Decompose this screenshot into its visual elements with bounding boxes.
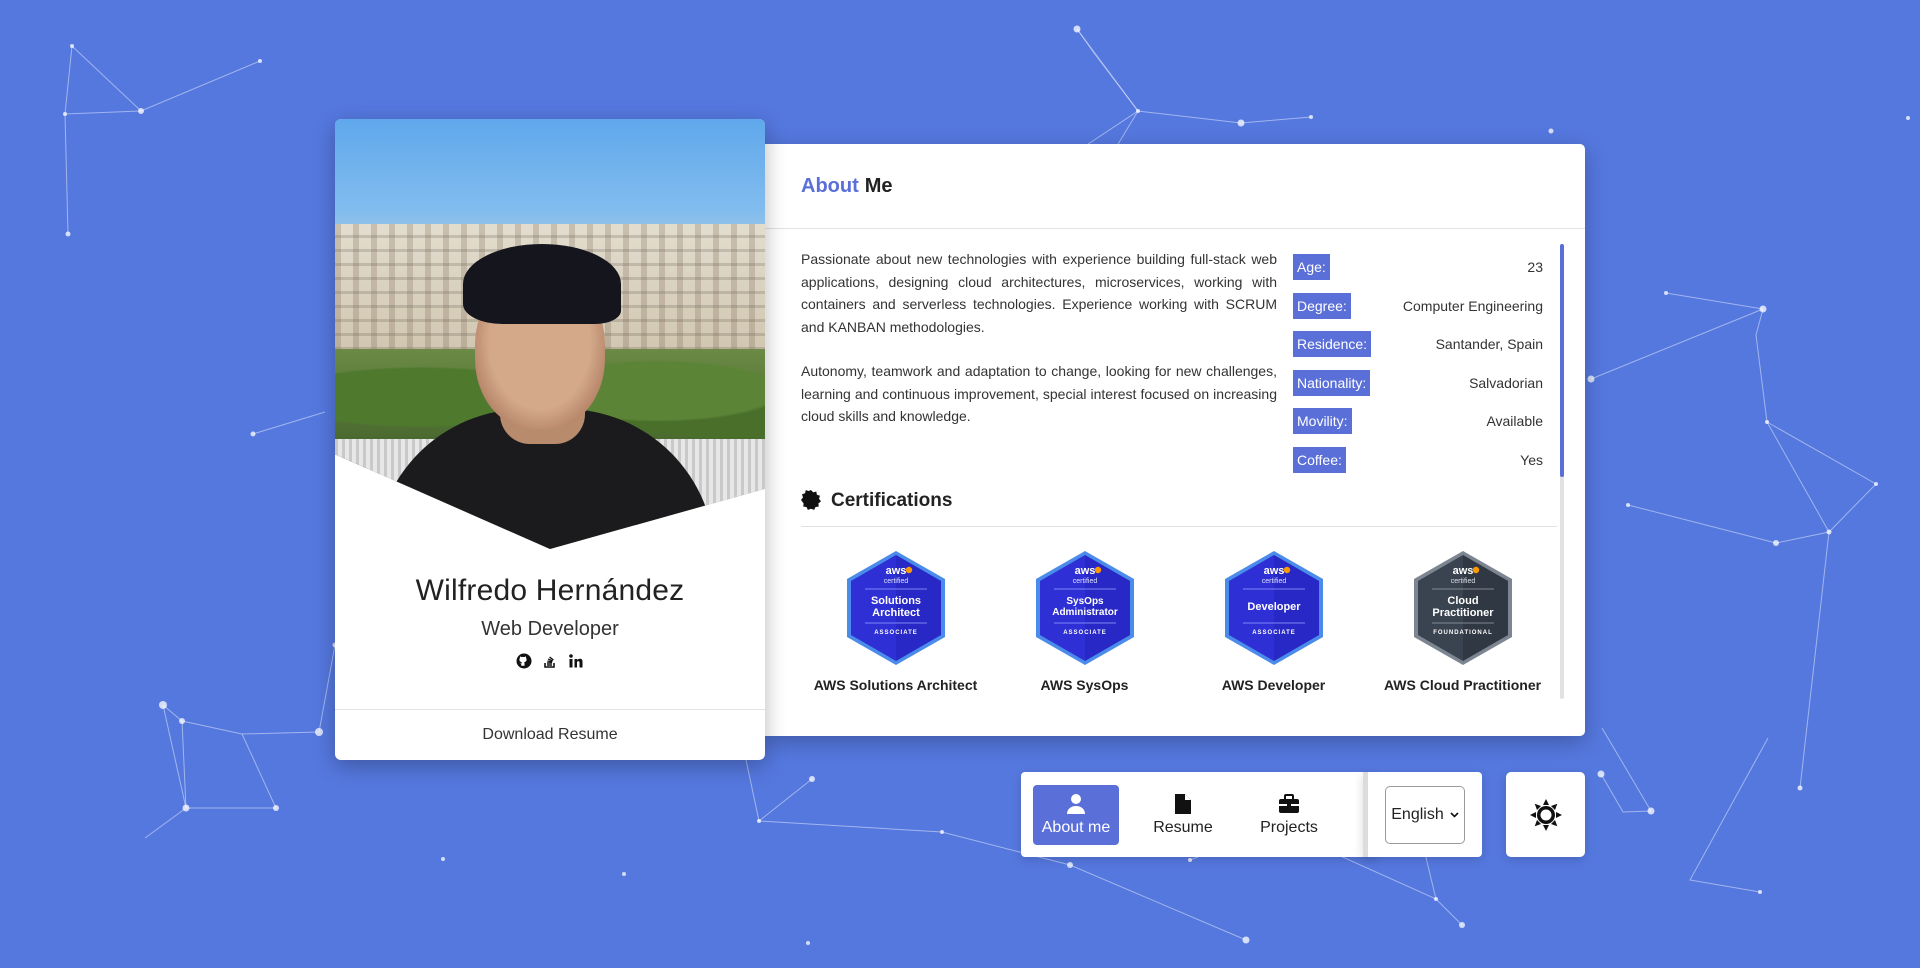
profile-photo xyxy=(335,119,765,549)
badge-line: Developer xyxy=(1247,601,1301,613)
fact-row-coffee: Coffee: Yes xyxy=(1293,441,1543,480)
sun-icon xyxy=(1529,798,1562,831)
badge-line: Practitioner xyxy=(1432,607,1494,619)
personal-facts: Age: 23 Degree: Computer Engineering Res… xyxy=(1293,248,1543,479)
aws-badge-icon: aws certified Solutions Architect ASSOCI… xyxy=(846,551,945,665)
linkedin-icon[interactable] xyxy=(568,653,584,669)
fact-row-movility: Movility: Available xyxy=(1293,402,1543,441)
tab-label: About me xyxy=(1041,818,1111,836)
fact-row-nationality: Nationality: Salvadorian xyxy=(1293,364,1543,403)
tab-about-me[interactable]: About me xyxy=(1033,784,1119,845)
badge-sub: certified xyxy=(1450,578,1475,585)
badge-label: AWS SysOps xyxy=(1040,677,1129,693)
badge-level: FOUNDATIONAL xyxy=(1433,630,1493,636)
profile-name: Wilfredo Hernández xyxy=(415,574,685,607)
fact-label: Age: xyxy=(1293,254,1330,281)
certification-badges: aws certified Solutions Architect ASSOCI… xyxy=(801,549,1557,693)
about-header: About Me xyxy=(765,144,1585,229)
badge-label: AWS Solutions Architect xyxy=(813,677,978,693)
main-nav: About me Resume Projects xyxy=(1021,772,1376,857)
fact-value: Computer Engineering xyxy=(1402,297,1543,314)
badge-sysops[interactable]: aws certified SysOps Administrator ASSOC… xyxy=(990,549,1179,693)
badge-line: Architect xyxy=(872,607,920,619)
bio-text: Passionate about new technologies with e… xyxy=(801,248,1277,450)
fact-label: Degree: xyxy=(1293,292,1351,319)
file-icon xyxy=(1175,793,1191,814)
badge-brand: aws xyxy=(885,565,906,577)
certifications-title: Certifications xyxy=(831,490,953,511)
badge-brand: aws xyxy=(1452,565,1473,577)
theme-toggle-button[interactable] xyxy=(1506,772,1585,857)
language-select[interactable]: English xyxy=(1385,785,1465,844)
download-resume-button[interactable]: Download Resume xyxy=(335,709,765,760)
scrollbar-thumb[interactable] xyxy=(1560,244,1564,477)
badge-line: Administrator xyxy=(1052,607,1118,618)
social-links xyxy=(335,653,765,669)
fact-value: 23 xyxy=(1527,259,1543,276)
badge-cloud-practitioner[interactable]: aws certified Cloud Practitioner FOUNDAT… xyxy=(1368,549,1557,693)
fact-row-residence: Residence: Santander, Spain xyxy=(1293,325,1543,364)
tab-projects[interactable]: Projects xyxy=(1247,785,1331,845)
about-title-rest: Me xyxy=(864,174,893,197)
fact-label: Coffee: xyxy=(1293,446,1346,473)
panel-scrollbar[interactable] xyxy=(1560,244,1564,699)
badge-sub: certified xyxy=(883,578,908,585)
fact-label: Movility: xyxy=(1293,408,1352,435)
about-title-accent: About xyxy=(801,174,859,197)
badge-solutions-architect[interactable]: aws certified Solutions Architect ASSOCI… xyxy=(801,549,990,693)
profile-card: Wilfredo Hernández Web Developer Downloa… xyxy=(335,119,765,760)
chevron-down-icon xyxy=(1450,811,1459,818)
badge-line: Solutions xyxy=(870,595,920,607)
user-icon xyxy=(1067,793,1085,814)
aws-badge-icon: aws certified Cloud Practitioner FOUNDAT… xyxy=(1413,551,1512,665)
badge-developer[interactable]: aws certified Developer ASSOCIATE AWS De… xyxy=(1179,549,1368,693)
tab-label: Resume xyxy=(1153,818,1213,836)
badge-sub: certified xyxy=(1072,578,1097,585)
tab-label: Projects xyxy=(1260,818,1318,836)
badge-level: ASSOCIATE xyxy=(874,630,918,636)
badge-sub: certified xyxy=(1261,578,1286,585)
badge-line: SysOps xyxy=(1066,596,1104,607)
language-box: English xyxy=(1363,772,1482,857)
badge-line: Cloud xyxy=(1447,595,1478,607)
fact-value: Available xyxy=(1486,413,1543,430)
fact-row-degree: Degree: Computer Engineering xyxy=(1293,287,1543,326)
fact-value: Salvadorian xyxy=(1469,374,1543,391)
badge-label: AWS Developer xyxy=(1221,677,1326,693)
badge-label: AWS Cloud Practitioner xyxy=(1383,677,1542,693)
aws-badge-icon: aws certified SysOps Administrator ASSOC… xyxy=(1035,551,1134,665)
badge-brand: aws xyxy=(1263,565,1284,577)
bio-paragraph: Passionate about new technologies with e… xyxy=(801,251,1277,335)
aws-badge-icon: aws certified Developer ASSOCIATE xyxy=(1224,551,1323,665)
fact-value: Santander, Spain xyxy=(1435,336,1543,353)
badge-brand: aws xyxy=(1074,565,1095,577)
language-value: English xyxy=(1391,805,1444,823)
certificate-seal-icon xyxy=(801,490,821,514)
badge-level: ASSOCIATE xyxy=(1063,630,1107,636)
stackoverflow-icon[interactable] xyxy=(542,653,558,669)
fact-row-age: Age: 23 xyxy=(1293,248,1543,287)
bio-paragraph: Autonomy, teamwork and adaptation to cha… xyxy=(801,363,1277,424)
about-panel: About Me Passionate about new technologi… xyxy=(765,144,1585,736)
badge-level: ASSOCIATE xyxy=(1252,630,1296,636)
profile-role: Web Developer xyxy=(481,618,619,640)
fact-value: Yes xyxy=(1520,451,1543,468)
briefcase-icon xyxy=(1279,793,1299,813)
fact-label: Residence: xyxy=(1293,331,1372,358)
github-icon[interactable] xyxy=(516,653,532,669)
tab-resume[interactable]: Resume xyxy=(1141,785,1225,845)
fact-label: Nationality: xyxy=(1293,369,1371,396)
certifications-header: Certifications xyxy=(801,490,1557,527)
